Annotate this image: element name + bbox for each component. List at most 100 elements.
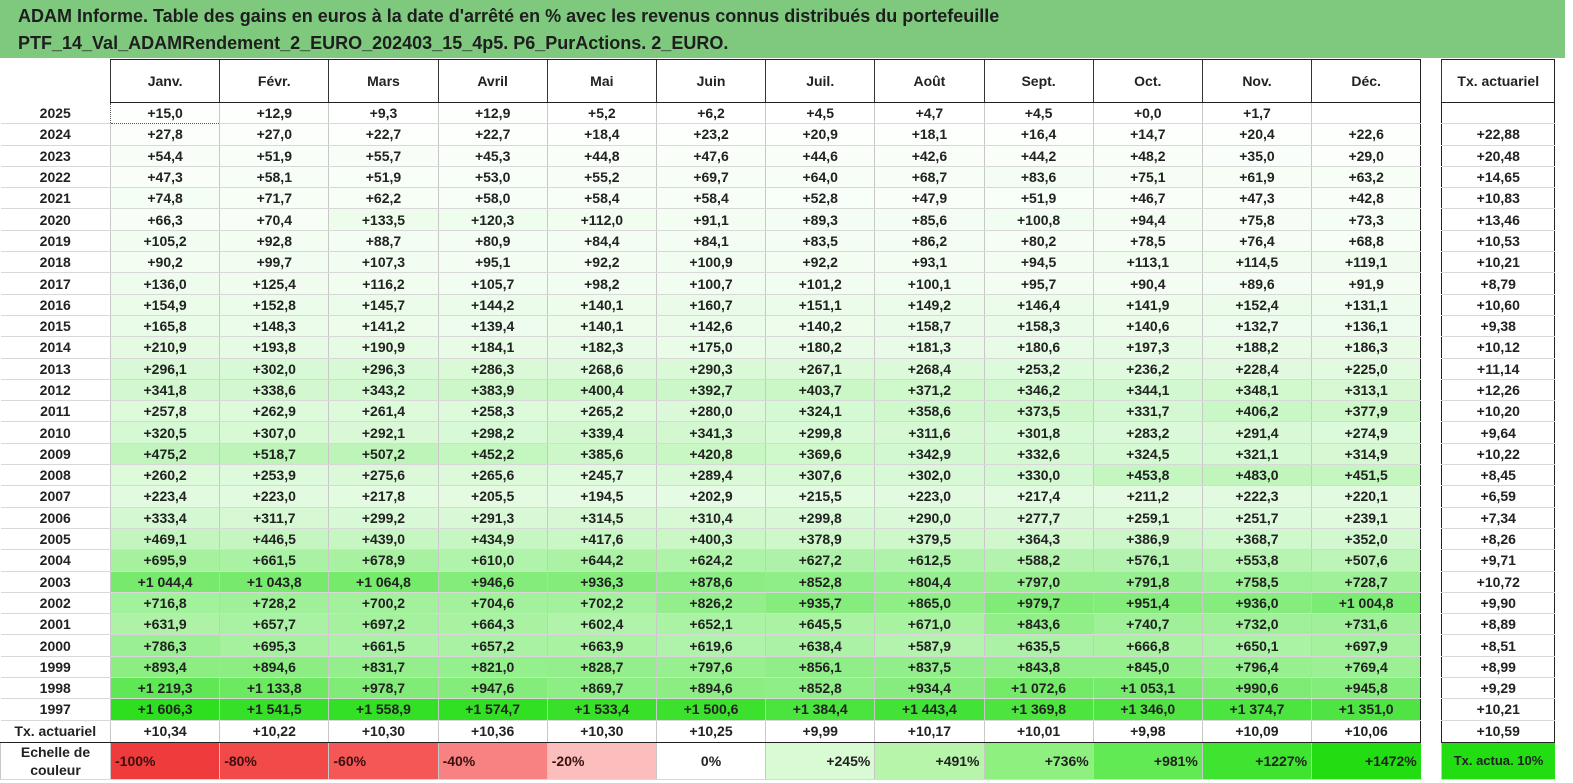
gain-cell: +406,2	[1201, 400, 1312, 423]
gain-cell: +821,0	[437, 656, 548, 679]
gain-cell: +990,6	[1201, 677, 1312, 700]
gain-cell: +220,1	[1311, 485, 1422, 508]
gain-cell: +978,7	[328, 677, 439, 700]
table-row: 1998 +1 219,3 +1 133,8 +978,7 +947,6 +869,7 +8…	[0, 677, 1556, 700]
gain-cell: +85,6	[874, 208, 984, 231]
gain-cell: +136,0	[109, 272, 220, 295]
rate-cell: +12,26	[1441, 379, 1556, 402]
rate-cell: +9,90	[1441, 592, 1556, 615]
rate-cell: +8,79	[1441, 272, 1556, 295]
total-rate-cell: +9,99	[765, 719, 875, 743]
gain-cell: +140,1	[546, 315, 657, 338]
legend-step: +491%	[874, 742, 984, 780]
gain-cell: +119,1	[1311, 251, 1422, 274]
legend-step: 0%	[655, 742, 766, 780]
gain-cell: +728,7	[1311, 571, 1422, 593]
gain-cell: +657,2	[437, 634, 548, 657]
gain-cell: +518,7	[219, 443, 329, 466]
gain-cell: +852,8	[765, 677, 875, 700]
rate-cell: +13,46	[1441, 208, 1556, 231]
year-label: 2015	[0, 315, 111, 338]
legend-step: +245%	[765, 742, 875, 780]
gain-cell: +22,6	[1311, 123, 1422, 146]
gain-cell: +239,1	[1311, 507, 1422, 529]
gain-cell: +61,9	[1201, 166, 1312, 189]
gain-cell: +290,0	[874, 507, 984, 529]
legend-step: +1472%	[1311, 742, 1421, 780]
gain-cell: +154,9	[109, 294, 220, 316]
gain-cell: +631,9	[109, 613, 220, 636]
year-label: 2000	[0, 634, 111, 657]
year-label: 1997	[0, 698, 111, 721]
gain-cell: +417,6	[546, 528, 657, 551]
table-row: 2001 +631,9 +657,7 +697,2 +664,3 +602,4 +652,1…	[0, 613, 1556, 636]
gain-cell: +644,2	[546, 549, 657, 572]
table-row: 2017 +136,0 +125,4 +116,2 +105,7 +98,2 +100,7 +…	[0, 272, 1556, 295]
gain-cell: +91,9	[1311, 272, 1422, 295]
corner-cell	[0, 59, 111, 103]
rate-cell	[1441, 101, 1556, 125]
gain-cell: +786,3	[109, 634, 220, 657]
gain-cell: +42,8	[1311, 187, 1422, 210]
gain-cell: +44,6	[765, 145, 875, 167]
gain-cell: +139,4	[437, 315, 548, 338]
gain-cell: +75,1	[1092, 166, 1203, 189]
table-row: 1997 +1 606,3 +1 541,5 +1 558,9 +1 574,7 +1 5…	[0, 698, 1556, 721]
gain-cell: +83,5	[765, 230, 875, 253]
gain-cell: +346,2	[983, 379, 1094, 402]
gain-cell: +202,9	[655, 485, 766, 508]
gain-cell: +804,4	[874, 571, 984, 593]
spacer-cell	[1420, 59, 1442, 103]
year-label: 2012	[0, 379, 111, 402]
total-rate-overall: +10,59	[1441, 719, 1556, 743]
gain-cell: +358,6	[874, 400, 984, 423]
table-row: 2025 +15,0 +12,9 +9,3 +12,9 +5,2 +6,2 +4,5 +4,7 +…	[0, 101, 1556, 125]
gain-cell: +314,9	[1311, 443, 1422, 466]
gain-cell: +610,0	[437, 549, 548, 572]
rate-header: Tx. actuariel	[1441, 59, 1556, 103]
table-row: 2018 +90,2 +99,7 +107,3 +95,1 +92,2 +100,9 +92,…	[0, 251, 1556, 274]
gain-cell: +797,0	[983, 571, 1094, 593]
gain-cell: +307,6	[765, 464, 875, 487]
gain-cell: +22,7	[328, 123, 439, 146]
gain-cell: +140,1	[546, 294, 657, 316]
gain-cell: +76,4	[1201, 230, 1312, 253]
gain-cell: +1 053,1	[1092, 677, 1203, 700]
gain-cell: +12,9	[219, 102, 329, 125]
gain-cell: +120,3	[437, 208, 548, 231]
gain-cell: +951,4	[1092, 592, 1203, 615]
rate-cell: +14,65	[1441, 166, 1556, 189]
gain-cell: +344,1	[1092, 379, 1203, 402]
gain-cell: +1 533,4	[546, 698, 657, 721]
gain-cell: +645,5	[765, 613, 875, 636]
total-rate-cell: +10,06	[1311, 719, 1422, 743]
total-rate-cell: +10,25	[655, 719, 766, 743]
gain-cell: +769,4	[1311, 656, 1422, 679]
gain-cell: +190,9	[328, 336, 439, 359]
rate-cell: +6,59	[1441, 485, 1556, 508]
gain-cell: +588,2	[983, 549, 1094, 572]
gain-cell: +791,8	[1092, 571, 1203, 593]
gain-cell: +5,2	[546, 102, 657, 125]
gain-cell: +14,7	[1092, 123, 1203, 146]
year-label: 2004	[0, 549, 111, 572]
spacer-cell	[1420, 549, 1442, 572]
year-label: 2016	[0, 294, 111, 316]
year-label: 2006	[0, 507, 111, 529]
spacer-cell	[1420, 400, 1442, 422]
rate-cell: +7,34	[1441, 507, 1556, 529]
spacer-cell	[1420, 613, 1442, 635]
table-row: 2006 +333,4 +311,7 +299,2 +291,3 +314,5 +310,4…	[0, 507, 1556, 529]
table-row: 2015 +165,8 +148,3 +141,2 +139,4 +140,1 +142,6…	[0, 315, 1556, 338]
gain-cell: +828,7	[546, 656, 657, 679]
gain-cell: +330,0	[983, 464, 1094, 487]
spacer-cell	[1420, 677, 1442, 699]
gain-cell: +18,1	[874, 123, 984, 146]
gain-cell: +894,6	[219, 656, 329, 679]
rate-cell: +10,21	[1441, 251, 1556, 274]
table-row: 2003 +1 044,4 +1 043,8 +1 064,8 +946,6 +936,3…	[0, 571, 1556, 593]
gain-cell: +16,4	[983, 123, 1094, 146]
legend-step: +981%	[1092, 742, 1203, 780]
gain-cell: +292,1	[328, 421, 439, 444]
gain-cell: +91,1	[655, 208, 766, 231]
